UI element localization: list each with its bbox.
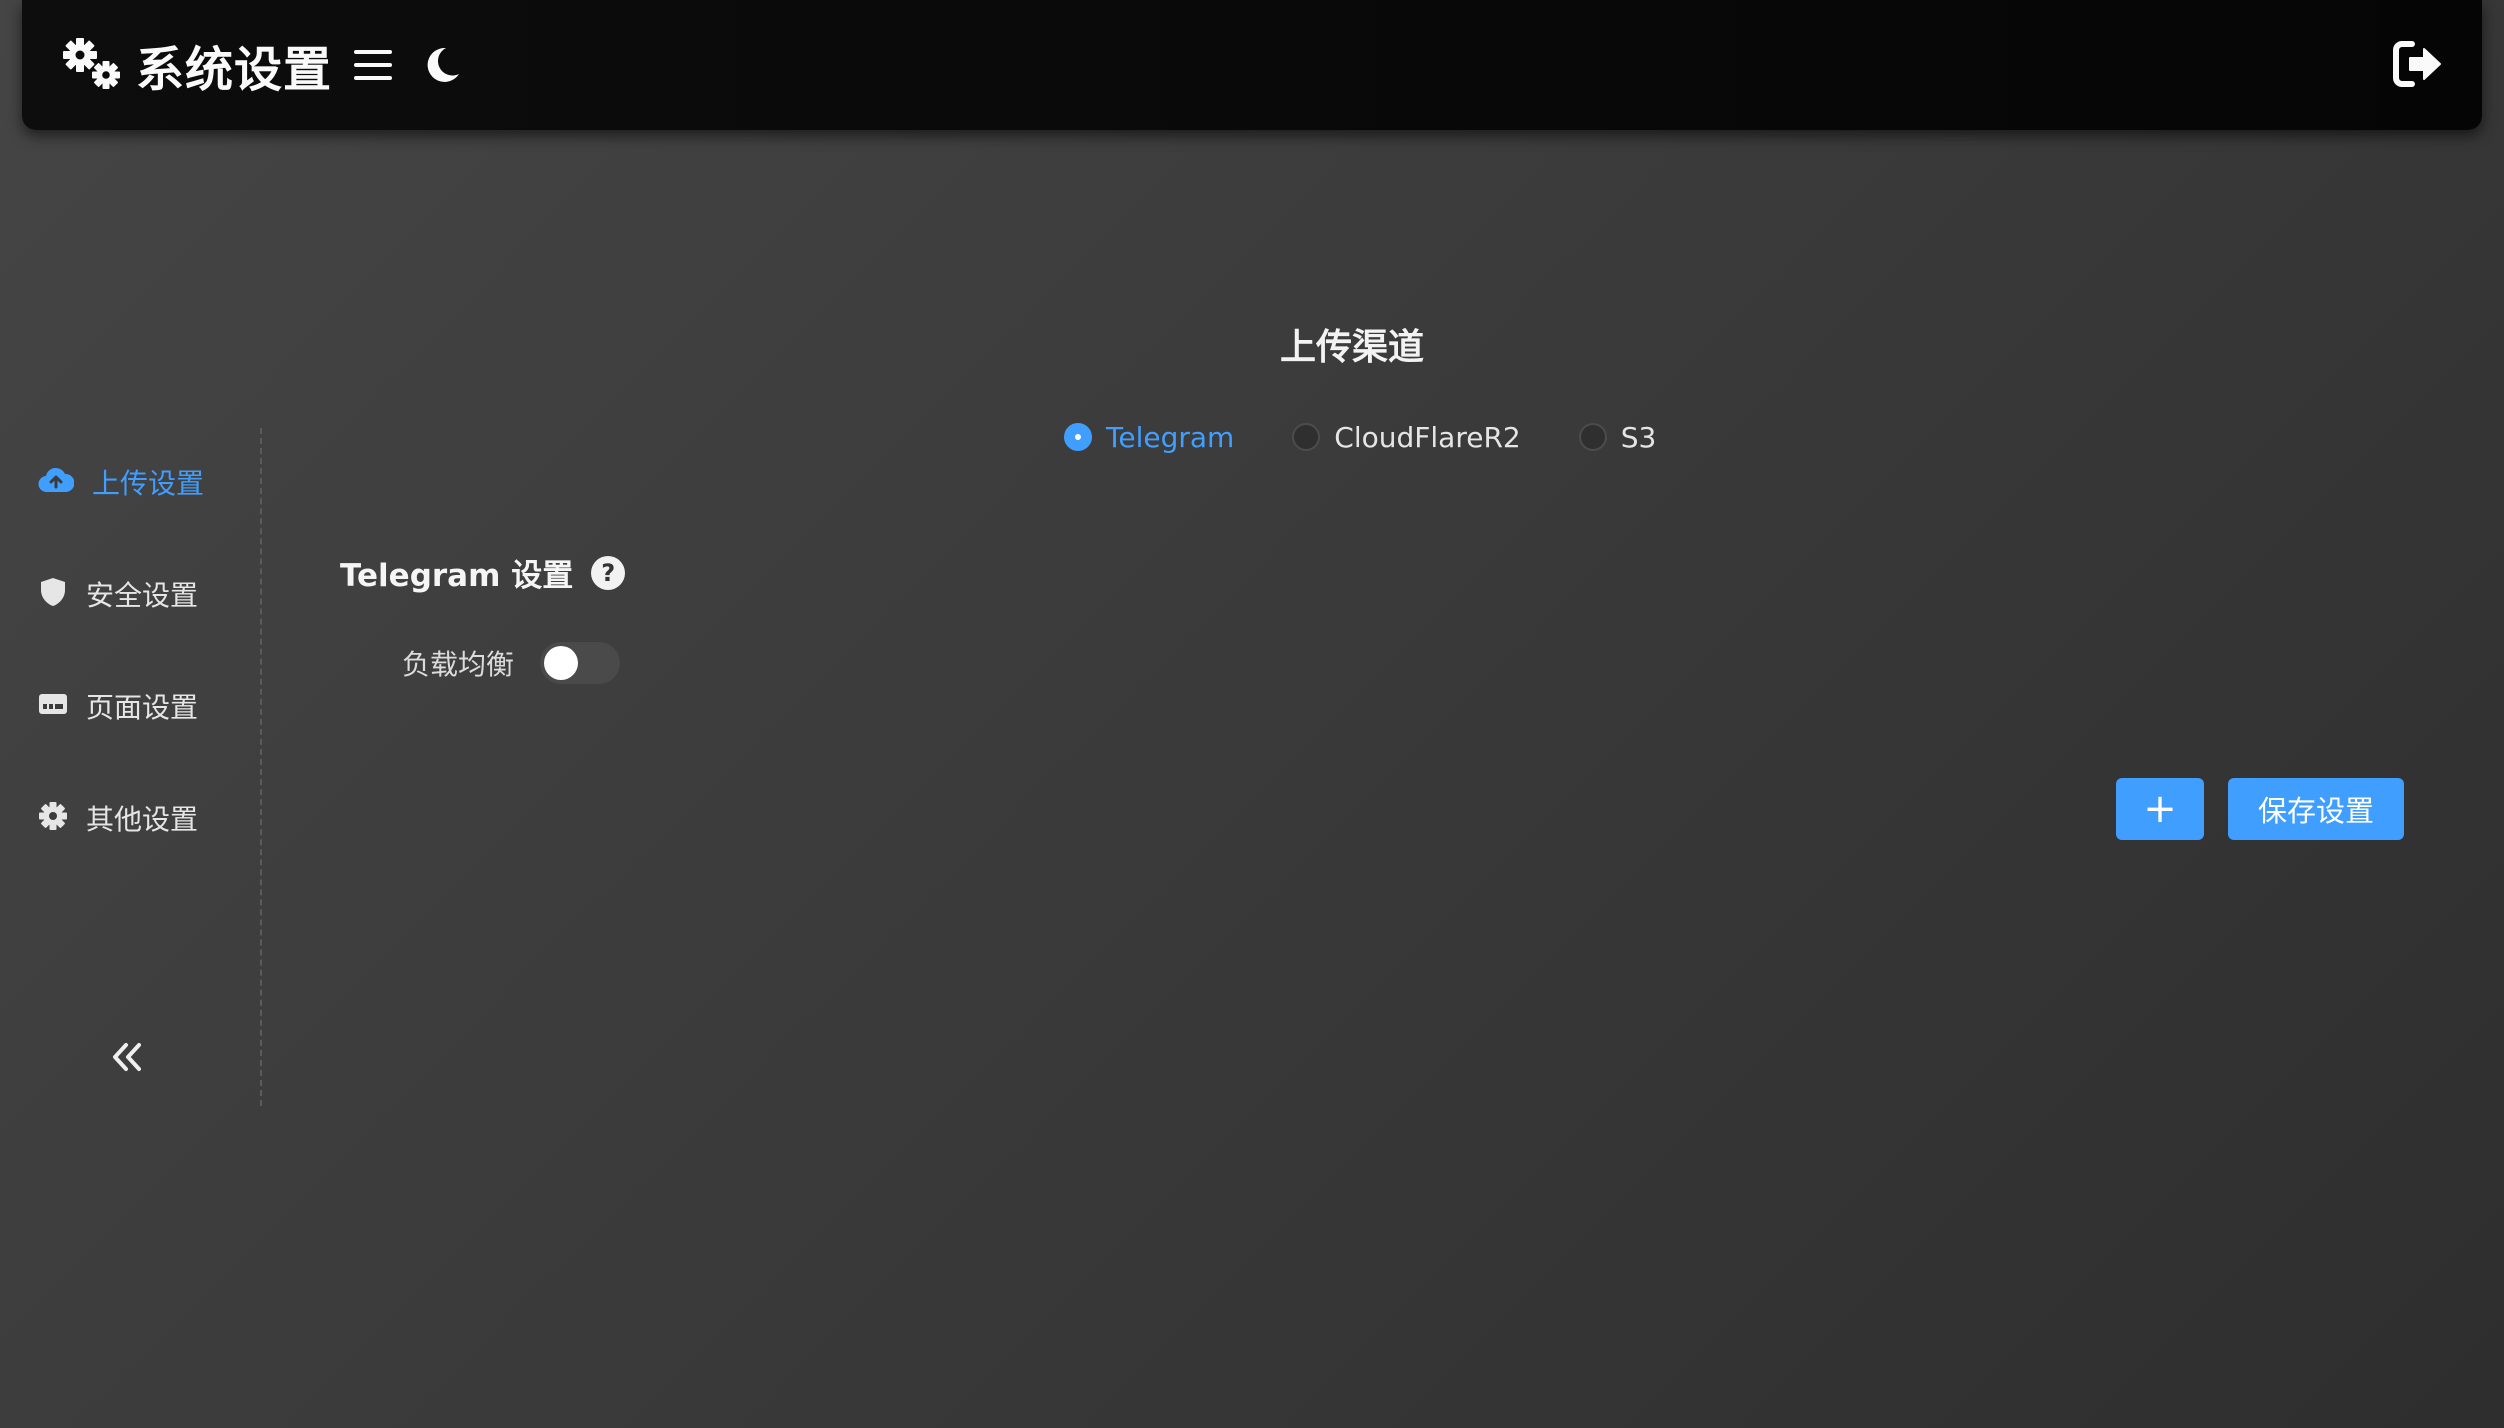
- double-chevron-left-icon[interactable]: [110, 1040, 144, 1078]
- channel-title: 上传渠道: [1279, 327, 1424, 368]
- sidebar-item-label: 安全设置: [86, 579, 199, 612]
- radio-telegram[interactable]: Telegram: [1064, 421, 1234, 454]
- section-title: Telegram 设置: [340, 558, 574, 594]
- window-icon: [38, 691, 68, 721]
- radio-label: Telegram: [1106, 420, 1235, 454]
- sidebar-item-label: 上传设置: [92, 467, 205, 500]
- sidebar-item-label: 其他设置: [86, 803, 199, 836]
- moon-icon[interactable]: [424, 46, 460, 84]
- brand: 系统设置: [60, 30, 460, 100]
- radio-label: CloudFlareR2: [1334, 420, 1521, 454]
- top-header: 系统设置: [22, 0, 2482, 130]
- radio-label: S3: [1620, 420, 1657, 454]
- page-title: 系统设置: [136, 42, 333, 98]
- radio-cloudflare-r2[interactable]: CloudFlareR2: [1292, 420, 1521, 454]
- sidebar-item-upload[interactable]: 上传设置: [38, 454, 204, 510]
- cloud-upload-icon: [38, 466, 75, 498]
- radio-indicator[interactable]: [1578, 423, 1607, 451]
- help-icon[interactable]: ?: [591, 555, 626, 590]
- sidebar-item-other[interactable]: 其他设置: [38, 790, 198, 846]
- hamburger-icon[interactable]: [354, 48, 393, 82]
- sidebar-item-security[interactable]: 安全设置: [38, 566, 198, 622]
- load-balance-row: 负载均衡: [402, 642, 621, 684]
- channel-radio-group: Telegram CloudFlareR2 S3: [1064, 420, 1714, 454]
- load-balance-toggle[interactable]: [540, 642, 621, 684]
- sidebar-item-label: 页面设置: [86, 691, 199, 724]
- radio-s3[interactable]: S3: [1578, 420, 1657, 454]
- add-button[interactable]: +: [2116, 778, 2204, 840]
- radio-indicator[interactable]: [1292, 423, 1321, 451]
- logout-icon[interactable]: [2392, 38, 2444, 94]
- sidebar: 上传设置 安全设置 页面设置 其他设置: [0, 428, 262, 1106]
- radio-indicator[interactable]: [1064, 423, 1092, 451]
- save-settings-button[interactable]: 保存设置: [2228, 778, 2404, 840]
- toggle-knob: [544, 646, 579, 680]
- shield-icon: [38, 576, 68, 612]
- gear-icon: [38, 801, 68, 835]
- sidebar-item-page[interactable]: 页面设置: [38, 678, 198, 734]
- section-header: Telegram 设置 ?: [340, 550, 626, 595]
- load-balance-label: 负载均衡: [402, 648, 515, 681]
- gears-icon: [60, 37, 124, 93]
